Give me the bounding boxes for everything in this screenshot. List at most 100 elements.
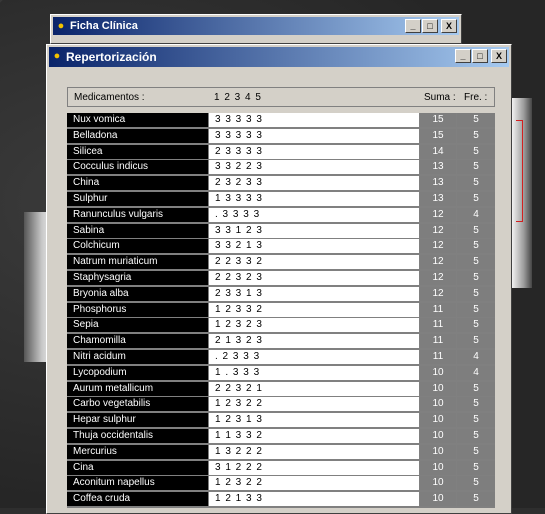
- ficha-clinica-window[interactable]: ● Ficha Clínica _ □ X: [50, 14, 462, 44]
- medicine-name-cell: Mercurius: [67, 444, 208, 459]
- suma-cell: 10: [420, 476, 456, 491]
- table-row[interactable]: Nux vomica 3 3 3 3 3 15 5: [67, 113, 495, 128]
- suma-cell: 12: [420, 286, 456, 301]
- suma-cell: 11: [420, 334, 456, 349]
- medicine-name-cell: Coffea cruda: [67, 492, 208, 507]
- suma-cell: 10: [420, 429, 456, 443]
- frequency-cell: 5: [457, 318, 495, 333]
- table-row[interactable]: Sabina 3 3 1 2 3 12 5: [67, 223, 495, 239]
- suma-cell: 11: [420, 350, 456, 364]
- table-row[interactable]: China 2 3 2 3 3 13 5: [67, 176, 495, 191]
- symptom-grades-cell: 2 1 3 2 3: [209, 334, 419, 349]
- table-row[interactable]: Mercurius 1 3 2 2 2 10 5: [67, 444, 495, 460]
- suma-cell: 10: [420, 444, 456, 459]
- medicine-name-cell: Aurum metallicum: [67, 381, 208, 396]
- symptom-grades-cell: 2 3 3 3 3: [209, 144, 419, 159]
- suma-cell: 15: [420, 128, 456, 143]
- table-row[interactable]: Bryonia alba 2 3 3 1 3 12 5: [67, 286, 495, 302]
- table-row[interactable]: Phosphorus 1 2 3 3 2 11 5: [67, 302, 495, 318]
- medicine-name-cell: Cocculus indicus: [67, 160, 208, 175]
- symptom-grades-cell: 3 1 2 2 2: [209, 460, 419, 475]
- symptom-grades-cell: 3 3 3 3 3: [209, 113, 419, 127]
- frequency-cell: 5: [457, 128, 495, 143]
- medicine-name-cell: Sepia: [67, 318, 208, 333]
- frequency-cell: 5: [457, 381, 495, 396]
- table-row[interactable]: Belladona 3 3 3 3 3 15 5: [67, 128, 495, 144]
- repertorizacion-window[interactable]: ● Repertorización _ □ X Medicamentos : 1 2…: [46, 44, 512, 514]
- symptom-grades-cell: 3 3 1 2 3: [209, 223, 419, 238]
- medicine-name-cell: Nux vomica: [67, 113, 208, 127]
- frequency-cell: 5: [457, 144, 495, 159]
- table-row[interactable]: Colchicum 3 3 2 1 3 12 5: [67, 239, 495, 254]
- table-row[interactable]: Silicea 2 3 3 3 3 14 5: [67, 144, 495, 160]
- table-row[interactable]: Lycopodium 1 . 3 3 3 10 4: [67, 365, 495, 381]
- symptom-grades-cell: 1 2 3 2 3: [209, 318, 419, 333]
- repert-titlebar[interactable]: ● Repertorización _ □ X: [49, 47, 509, 67]
- medicine-name-cell: Colchicum: [67, 239, 208, 254]
- table-row[interactable]: Cocculus indicus 3 3 2 2 3 13 5: [67, 160, 495, 175]
- repert-title: Repertorización: [66, 50, 157, 64]
- medicine-name-cell: Hepar sulphur: [67, 413, 208, 428]
- table-row[interactable]: Sulphur 1 3 3 3 3 13 5: [67, 192, 495, 207]
- medicine-name-cell: Chamomilla: [67, 334, 208, 349]
- frequency-cell: 5: [457, 492, 495, 507]
- table-row[interactable]: Hepar sulphur 1 2 3 1 3 10 5: [67, 413, 495, 428]
- table-row[interactable]: Coffea cruda 1 2 1 3 3 10 5: [67, 492, 495, 507]
- suma-cell: 10: [420, 397, 456, 412]
- table-row[interactable]: Aconitum napellus 1 2 3 2 2 10 5: [67, 476, 495, 491]
- medicine-name-cell: Ranunculus vulgaris: [67, 207, 208, 222]
- table-row[interactable]: Sepia 1 2 3 2 3 11 5: [67, 318, 495, 333]
- close-button[interactable]: X: [491, 49, 507, 63]
- frequency-cell: 5: [457, 302, 495, 317]
- suma-cell: 10: [420, 413, 456, 428]
- medicine-name-cell: Cina: [67, 460, 208, 475]
- table-row[interactable]: Carbo vegetabilis 1 2 3 2 2 10 5: [67, 397, 495, 412]
- minimize-button[interactable]: _: [455, 49, 471, 63]
- app-bulb-icon: ●: [53, 50, 61, 62]
- suma-cell: 10: [420, 381, 456, 396]
- suma-cell: 12: [420, 207, 456, 222]
- suma-cell: 14: [420, 144, 456, 159]
- suma-cell: 12: [420, 255, 456, 270]
- frequency-cell: 5: [457, 460, 495, 475]
- suma-cell: 10: [420, 492, 456, 507]
- medicine-name-cell: Phosphorus: [67, 302, 208, 317]
- symptom-grades-cell: 1 3 3 3 3: [209, 192, 419, 206]
- frequency-cell: 5: [457, 286, 495, 301]
- suma-cell: 12: [420, 239, 456, 254]
- background-red-outline: [516, 120, 523, 222]
- maximize-button[interactable]: □: [422, 19, 438, 33]
- symptom-grades-cell: 3 3 2 2 3: [209, 160, 419, 175]
- ficha-titlebar[interactable]: ● Ficha Clínica _ □ X: [53, 17, 459, 35]
- symptom-grades-cell: 2 3 3 1 3: [209, 286, 419, 301]
- medicine-name-cell: Silicea: [67, 144, 208, 159]
- maximize-button[interactable]: □: [472, 49, 488, 63]
- symptom-grades-cell: 1 2 3 1 3: [209, 413, 419, 428]
- medicine-name-cell: Carbo vegetabilis: [67, 397, 208, 412]
- table-row[interactable]: Aurum metallicum 2 2 3 2 1 10 5: [67, 381, 495, 397]
- table-row[interactable]: Nitri acidum. 2 3 3 3 11 4: [67, 350, 495, 365]
- symptom-grades-cell: 3 3 2 1 3: [209, 239, 419, 254]
- suma-cell: 10: [420, 365, 456, 380]
- frequency-cell: 4: [457, 365, 495, 380]
- symptom-grades-cell: 1 1 3 3 2: [209, 429, 419, 443]
- medicine-name-cell: Thuja occidentalis: [67, 429, 208, 443]
- medicine-name-cell: Sabina: [67, 223, 208, 238]
- minimize-button[interactable]: _: [405, 19, 421, 33]
- table-row[interactable]: Natrum muriaticum 2 2 3 3 2 12 5: [67, 255, 495, 270]
- medicine-name-cell: Staphysagria: [67, 271, 208, 285]
- frequency-cell: 5: [457, 476, 495, 491]
- symptom-grades-cell: 1 3 2 2 2: [209, 444, 419, 459]
- table-row[interactable]: Staphysagria 2 2 3 2 3 12 5: [67, 271, 495, 286]
- table-row[interactable]: Cina 3 1 2 2 2 10 5: [67, 460, 495, 476]
- table-row[interactable]: Thuja occidentalis 1 1 3 3 2 10 5: [67, 429, 495, 444]
- frequency-cell: 5: [457, 334, 495, 349]
- table-row[interactable]: Ranunculus vulgaris. 3 3 3 3 12 4: [67, 207, 495, 223]
- symptom-grades-cell: . 2 3 3 3: [209, 350, 419, 364]
- frequency-cell: 5: [457, 113, 495, 127]
- table-row[interactable]: Chamomilla 2 1 3 2 3 11 5: [67, 334, 495, 349]
- symptom-grades-cell: 1 . 3 3 3: [209, 365, 419, 380]
- frequency-cell: 4: [457, 207, 495, 222]
- frequency-cell: 5: [457, 223, 495, 238]
- close-button[interactable]: X: [441, 19, 457, 33]
